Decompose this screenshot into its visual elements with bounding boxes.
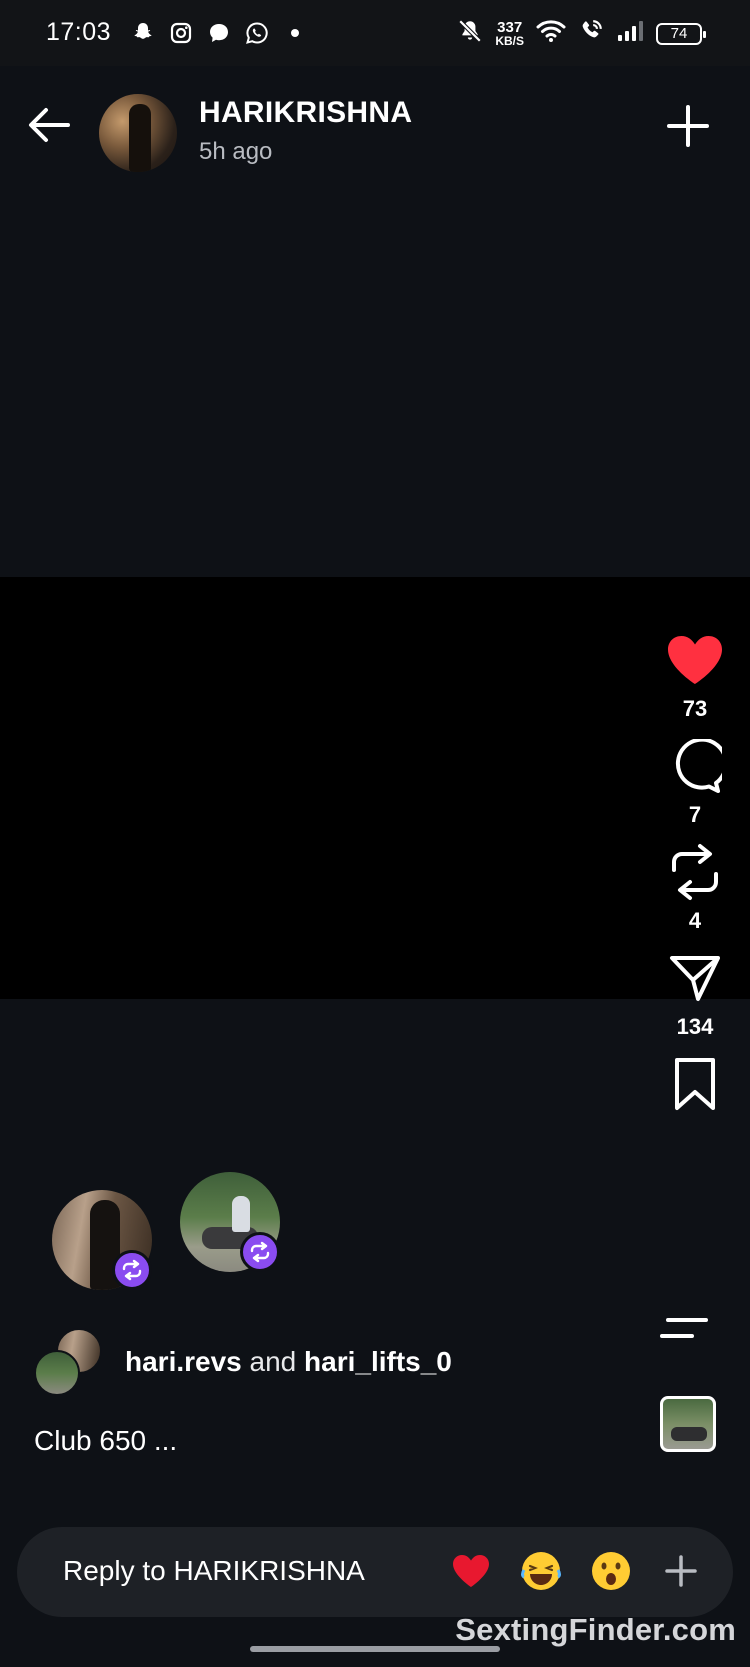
comment-icon [675, 739, 722, 793]
reposter-avatar-2-rider [232, 1196, 250, 1232]
repost-badge-1 [112, 1250, 152, 1290]
repost-icon [672, 844, 718, 900]
media-content[interactable] [0, 577, 750, 999]
repost-count: 4 [688, 908, 702, 933]
repost-small-icon [250, 1241, 270, 1263]
like-button[interactable] [665, 630, 725, 690]
status-time: 17:03 [46, 18, 112, 46]
status-bar: 17:03 337 KB/S 74 [0, 0, 750, 66]
quick-reactions [449, 1547, 703, 1595]
net-speed: 337 KB/S [495, 20, 524, 47]
whatsapp-icon [244, 20, 270, 46]
wifi-calling-icon [578, 18, 604, 49]
reposted-by-avatars[interactable] [34, 1328, 106, 1398]
status-notification-icons [130, 20, 308, 46]
react-laugh-button[interactable] [519, 1547, 563, 1595]
surprised-emoji-icon [592, 1552, 630, 1590]
dot-icon [282, 20, 308, 46]
reposter-username-1[interactable]: hari.revs [125, 1346, 242, 1377]
net-speed-unit: KB/S [495, 34, 524, 48]
back-button[interactable] [24, 100, 74, 150]
story-header: HARIKRISHNA 5h ago [0, 66, 750, 186]
watermark: SextingFinder.com [455, 1612, 736, 1647]
audio-thumbnail[interactable] [660, 1396, 716, 1452]
post-time-ago: 5h ago [199, 138, 273, 165]
audio-thumbnail-bike [671, 1427, 707, 1441]
action-rail: 73 7 4 134 [664, 630, 726, 1114]
paper-plane-icon [670, 956, 720, 1001]
heart-emoji-icon [453, 1555, 489, 1587]
save-button[interactable] [665, 1054, 725, 1114]
repost-small-icon [122, 1259, 142, 1281]
mute-icon [457, 18, 483, 49]
arrow-left-icon [29, 108, 70, 142]
laughing-emoji-icon [521, 1552, 561, 1590]
align-lines-icon [660, 1318, 708, 1338]
reposter-username-2[interactable]: hari_lifts_0 [304, 1346, 452, 1377]
share-count: 134 [676, 1014, 714, 1039]
repost-badge-2 [240, 1232, 280, 1272]
author-avatar[interactable] [99, 94, 177, 172]
author-username[interactable]: HARIKRISHNA [199, 96, 412, 130]
more-options-button[interactable] [658, 1310, 710, 1350]
post-caption[interactable]: Club 650 ... [34, 1425, 177, 1457]
heart-filled-icon [668, 636, 722, 684]
react-more-button[interactable] [659, 1547, 703, 1595]
reposted-by-text[interactable]: hari.revs and hari_lifts_0 [125, 1346, 452, 1378]
reply-input[interactable]: Reply to HARIKRISHNA [63, 1555, 365, 1587]
snapchat-icon [130, 20, 156, 46]
reposted-by-conjunction: and [249, 1346, 297, 1377]
reply-bar: Reply to HARIKRISHNA [17, 1527, 733, 1617]
mini-avatar-2 [34, 1350, 80, 1396]
net-speed-value: 337 [497, 19, 523, 36]
battery-indicator: 74 [656, 22, 706, 45]
author-avatar-figure [129, 104, 151, 172]
instagram-icon [168, 20, 194, 46]
react-wow-button[interactable] [589, 1547, 633, 1595]
home-indicator[interactable] [250, 1646, 500, 1652]
chat-bubble-icon [206, 20, 232, 46]
comment-button[interactable] [665, 736, 725, 796]
status-system-icons: 337 KB/S 74 [457, 18, 706, 49]
wifi-icon [536, 18, 566, 49]
plus-icon [665, 1555, 697, 1587]
signal-icon [616, 19, 644, 48]
react-heart-button[interactable] [449, 1547, 493, 1595]
add-button[interactable] [666, 104, 710, 148]
bookmark-icon [675, 1058, 715, 1110]
repost-button[interactable] [665, 842, 725, 902]
share-button[interactable] [665, 948, 725, 1008]
like-count: 73 [682, 696, 708, 721]
plus-icon [667, 105, 709, 147]
comment-count: 7 [688, 802, 702, 827]
